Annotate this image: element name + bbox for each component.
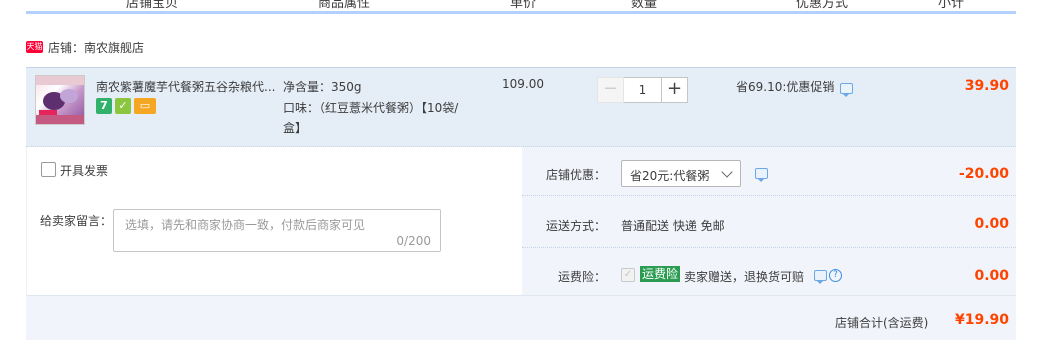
shop-total-label: 店铺合计(含运费) <box>835 316 929 330</box>
tmall-icon: 天猫 <box>26 41 43 53</box>
quantity-input[interactable]: 1 <box>624 77 661 103</box>
product-flavor: 口味：（红豆薏米代餐粥）【10袋/盒】 <box>283 101 459 135</box>
column-header-promotion: 优惠方式 <box>796 0 849 11</box>
shop-total-value: ¥19.90 <box>954 312 1009 328</box>
seven-day-return-icon[interactable]: 7 <box>96 98 112 114</box>
shipping-amount: 0.00 <box>974 216 1009 232</box>
chevron-down-icon <box>721 166 733 178</box>
help-icon[interactable]: ? <box>829 269 842 282</box>
shop-name[interactable]: 南农旗舰店 <box>84 41 144 55</box>
message-label: 给卖家留言： <box>40 214 113 228</box>
column-header-price: 单价 <box>510 0 537 11</box>
shipping-label: 运送方式： <box>546 219 607 233</box>
shop-discount-amount: -20.00 <box>958 166 1009 182</box>
shipping-method: 普通配送 快递 免邮 <box>621 219 725 233</box>
invoice-checkbox[interactable] <box>41 162 56 177</box>
column-header-props: 商品属性 <box>318 0 371 11</box>
header-divider <box>26 11 1016 14</box>
insurance-chat-icon[interactable] <box>814 270 827 284</box>
message-counter: 0/200 <box>396 234 431 248</box>
shop-link[interactable]: 店铺：南农旗舰店 <box>48 39 144 56</box>
promotion-text: 省69.10:优惠促销 <box>736 80 835 94</box>
service-badges: 7 ✓ ▭ <box>96 98 156 114</box>
insurance-checkbox: ✓ <box>621 268 635 282</box>
insurance-amount: 0.00 <box>974 268 1009 284</box>
card-icon[interactable]: ▭ <box>134 98 156 114</box>
shop-discount-selected: 省20元:代餐粥 <box>630 169 710 183</box>
column-header-quantity: 数量 <box>631 0 658 11</box>
seller-message-textarea[interactable]: 选填，请先和商家协商一致，付款后商家可见 0/200 <box>113 209 441 252</box>
column-header-subtotal: 小计 <box>938 0 965 11</box>
shop-label: 店铺： <box>48 41 85 55</box>
item-subtotal: 39.90 <box>964 78 1009 94</box>
shield-icon[interactable]: ✓ <box>115 98 131 114</box>
quantity-stepper: − 1 + <box>597 77 688 103</box>
shop-discount-label: 店铺优惠： <box>546 168 607 182</box>
promo-info-icon[interactable] <box>840 83 853 97</box>
insurance-tag: 运费险 <box>640 266 681 282</box>
quantity-minus-button[interactable]: − <box>597 77 624 103</box>
unit-price: 109.00 <box>502 77 544 91</box>
discount-info-icon[interactable] <box>755 168 768 182</box>
product-thumbnail[interactable] <box>35 75 85 125</box>
shop-discount-select[interactable]: 省20元:代餐粥 <box>621 160 741 187</box>
insurance-label: 运费险： <box>558 270 607 284</box>
invoice-label[interactable]: 开具发票 <box>60 162 108 179</box>
column-header-item: 店铺宝贝 <box>126 0 179 11</box>
message-placeholder: 选填，请先和商家协商一致，付款后商家可见 <box>125 218 366 232</box>
product-title-link[interactable]: 南农紫薯魔芋代餐粥五谷杂粮代... <box>96 78 280 95</box>
insurance-description: 卖家赠送，退换货可赔 <box>684 270 805 284</box>
quantity-plus-button[interactable]: + <box>661 77 688 103</box>
product-net-weight: 净含量：350g <box>283 80 362 94</box>
